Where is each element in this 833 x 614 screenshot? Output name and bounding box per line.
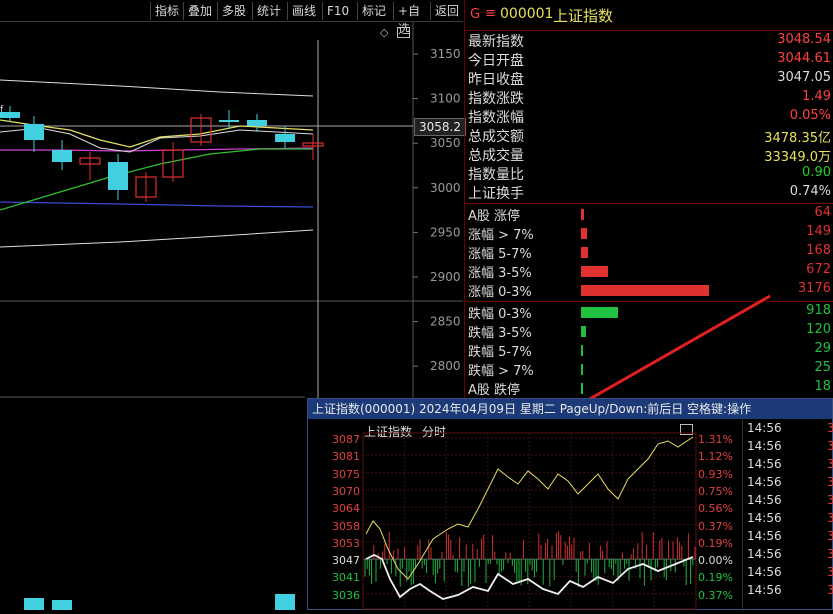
popup-title-bar[interactable]: 上证指数(000001) 2024年04月09日 星期二 PageUp/Down… [308, 399, 832, 419]
tick-time: 14:56 [747, 565, 782, 579]
tick-value: 30 [827, 529, 833, 543]
tick-value: 30 [827, 439, 833, 453]
tick-value: 30 [827, 475, 833, 489]
price-tick: 3036 [332, 588, 360, 602]
percent-tick: 0.19% [698, 536, 733, 550]
tick-time: 14:56 [747, 421, 782, 435]
price-tick: 3081 [332, 450, 360, 464]
percent-tick: 1.31% [698, 433, 733, 446]
tick-time: 14:56 [747, 583, 782, 597]
price-tick: 3053 [332, 536, 360, 550]
percent-tick: 1.12% [698, 450, 733, 464]
price-tick: 3070 [332, 484, 360, 498]
tick-time: 14:56 [747, 547, 782, 561]
percent-tick: 0.37% [698, 519, 733, 533]
price-tick: 3064 [332, 502, 360, 516]
percent-tick: 0.75% [698, 484, 733, 498]
tick-value: 30 [827, 511, 833, 525]
price-tick: 3058 [332, 519, 360, 533]
tick-value: 30 [827, 547, 833, 561]
tick-time: 14:56 [747, 457, 782, 471]
percent-tick: 0.56% [698, 502, 733, 516]
tick-value: 30 [827, 565, 833, 579]
percent-tick: 0.37% [698, 588, 733, 602]
percent-tick: 0.19% [698, 571, 733, 585]
percent-tick: 0.93% [698, 467, 733, 481]
price-tick: 3087 [332, 433, 360, 446]
percent-tick: 0.00% [698, 554, 733, 568]
tick-time: 14:56 [747, 511, 782, 525]
price-tick: 3075 [332, 467, 360, 481]
tick-list: 14:56 30 14:56 30 14:56 30 14:56 30 14:56 30 14:56… [742, 419, 833, 611]
tick-time: 14:56 [747, 475, 782, 489]
tick-value: 30 [827, 493, 833, 507]
price-tick: 3047 [332, 554, 360, 568]
tick-value: 30 [827, 583, 833, 597]
tick-time: 14:56 [747, 439, 782, 453]
tick-time: 14:56 [747, 529, 782, 543]
intraday-popup[interactable]: 上证指数(000001) 2024年04月09日 星期二 PageUp/Down… [307, 398, 833, 611]
price-tick: 3041 [332, 571, 360, 585]
tick-value: 30 [827, 421, 833, 435]
tick-value: 30 [827, 457, 833, 471]
tick-time: 14:56 [747, 493, 782, 507]
